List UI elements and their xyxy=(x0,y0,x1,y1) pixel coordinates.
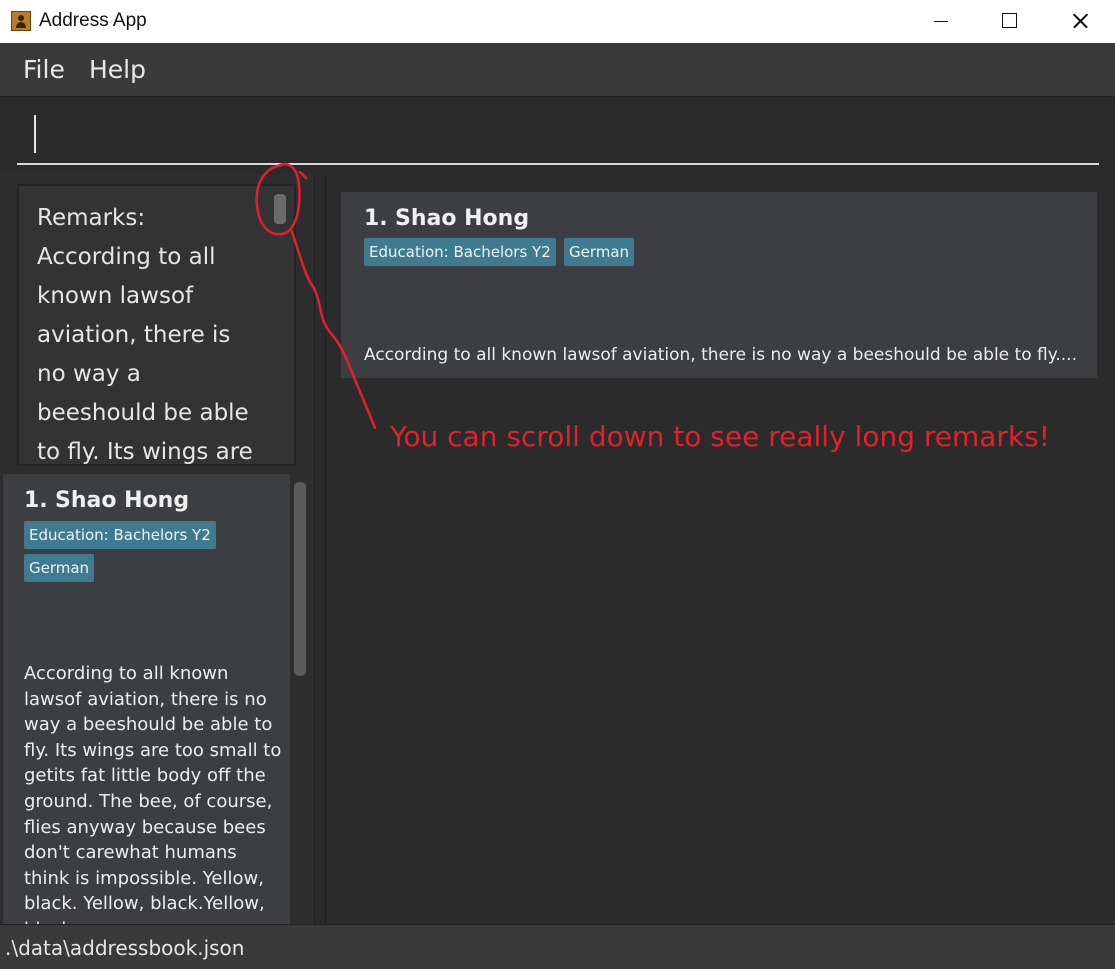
command-input[interactable] xyxy=(17,97,1099,165)
detail-tag-german: German xyxy=(564,238,635,266)
text-caret xyxy=(34,115,36,153)
detail-remark: According to all known lawsof aviation, … xyxy=(364,345,1077,365)
person-list[interactable]: 1. Shao Hong Education: Bachelors Y2 Ger… xyxy=(0,474,314,924)
close-icon[interactable] xyxy=(1045,0,1115,43)
menu-bar: File Help xyxy=(0,43,1115,96)
detail-name: Shao Hong xyxy=(395,206,530,231)
left-panel: Remarks: According to all known lawsof a… xyxy=(0,174,315,924)
remark-text: Remarks: According to all known lawsof a… xyxy=(37,205,253,465)
person-card[interactable]: 1. Shao Hong Education: Bachelors Y2 Ger… xyxy=(3,474,290,924)
menu-help[interactable]: Help xyxy=(89,55,146,84)
minimize-icon[interactable] xyxy=(905,0,975,43)
title-bar: Address App xyxy=(0,0,1115,43)
list-scrollbar-thumb[interactable] xyxy=(294,482,306,676)
menu-file[interactable]: File xyxy=(23,55,65,84)
person-index: 1. xyxy=(24,488,48,513)
tag-german: German xyxy=(24,554,95,582)
annotation-text: You can scroll down to see really long r… xyxy=(390,420,1050,453)
maximize-icon[interactable] xyxy=(975,0,1045,43)
detail-card: 1. Shao Hong Education: Bachelors Y2 Ger… xyxy=(341,192,1097,378)
address-book-icon xyxy=(11,11,31,31)
tag-education: Education: Bachelors Y2 xyxy=(24,521,216,549)
person-remark: According to all known lawsof aviation, … xyxy=(24,663,282,924)
window-title: Address App xyxy=(39,10,147,31)
remark-scrollbar-thumb[interactable] xyxy=(274,194,286,224)
status-file-path: .\data\addressbook.json xyxy=(5,936,245,960)
command-area xyxy=(0,96,1115,174)
remark-scroll-box[interactable]: Remarks: According to all known lawsof a… xyxy=(17,184,296,466)
detail-panel: 1. Shao Hong Education: Bachelors Y2 Ger… xyxy=(325,174,1115,924)
detail-tag-education: Education: Bachelors Y2 xyxy=(364,238,556,266)
person-name: Shao Hong xyxy=(55,488,190,513)
detail-index: 1. xyxy=(364,206,388,231)
status-bar: .\data\addressbook.json xyxy=(0,924,1115,969)
